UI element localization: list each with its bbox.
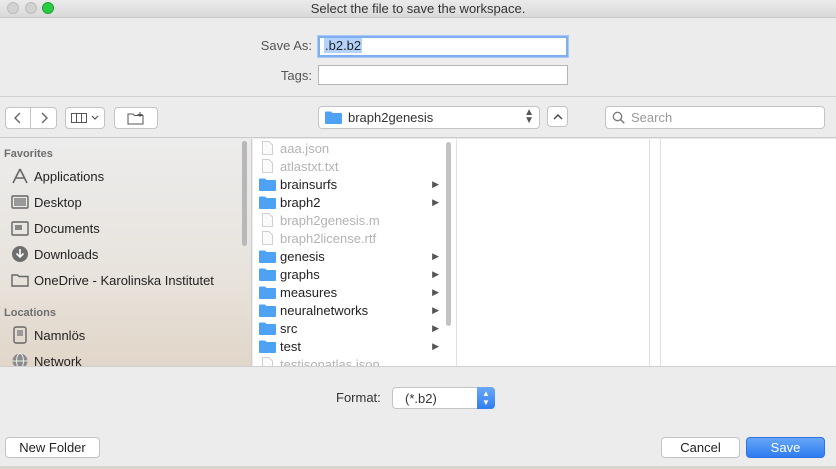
- downloads-icon: [10, 245, 30, 263]
- folder-icon: [258, 339, 276, 353]
- sidebar-scrollbar[interactable]: [242, 141, 247, 246]
- folder-icon: [10, 271, 30, 289]
- new-folder-icon: [127, 111, 144, 124]
- sidebar-item-downloads[interactable]: Downloads: [10, 243, 98, 265]
- sidebar-item-desktop[interactable]: Desktop: [10, 191, 82, 213]
- cancel-button[interactable]: Cancel: [661, 437, 740, 458]
- location-label: braph2genesis: [348, 110, 434, 125]
- chevron-left-icon: [14, 112, 21, 124]
- document-icon: [258, 231, 276, 245]
- disclosure-arrow-icon: ▶: [432, 178, 439, 189]
- document-icon: [258, 213, 276, 227]
- save-button[interactable]: Save: [746, 437, 825, 458]
- sidebar-item-label: Namnlös: [34, 327, 86, 343]
- sidebar-item-label: OneDrive - Karolinska Institutet: [34, 272, 214, 288]
- list-item[interactable]: braph2 ▶: [253, 193, 445, 211]
- new-folder-button[interactable]: New Folder: [5, 437, 100, 458]
- save-as-input[interactable]: .b2.b2: [318, 36, 568, 57]
- sidebar-item-documents[interactable]: Documents: [10, 217, 100, 239]
- back-button[interactable]: [5, 107, 31, 129]
- up-down-arrows-icon: ▲ ▼: [524, 107, 534, 126]
- folder-icon: [258, 285, 276, 299]
- favorites-header: Favorites: [4, 148, 53, 160]
- locations-header: Locations: [4, 307, 56, 319]
- search-placeholder: Search: [631, 110, 673, 125]
- sidebar-item-label: Downloads: [34, 246, 99, 262]
- document-icon: [258, 141, 276, 155]
- list-item: aaa.json: [253, 139, 445, 157]
- chevron-right-icon: [41, 112, 48, 124]
- list-item[interactable]: neuralnetworks ▶: [253, 301, 445, 319]
- chevron-down-icon: [91, 115, 99, 120]
- location-dropdown[interactable]: braph2genesis ▲ ▼: [318, 106, 540, 129]
- sidebar-item-label: Documents: [34, 220, 100, 236]
- desktop-icon: [10, 193, 30, 211]
- sidebar: Favorites Applications Desktop Documents…: [0, 139, 252, 366]
- folder-icon: [258, 249, 276, 263]
- format-dropdown[interactable]: (*.b2) ▲ ▼: [392, 387, 495, 409]
- disclosure-arrow-icon: ▶: [432, 268, 439, 279]
- chevron-up-icon: [553, 114, 562, 120]
- folder-icon: [258, 267, 276, 281]
- save-as-label: Save As:: [260, 38, 312, 53]
- title-bar: Select the file to save the workspace.: [0, 0, 836, 18]
- list-item: braph2genesis.m: [253, 211, 445, 229]
- sidebar-item-network[interactable]: Network: [10, 350, 82, 366]
- network-icon: [10, 352, 30, 366]
- list-item[interactable]: measures ▶: [253, 283, 445, 301]
- toolbar: braph2genesis ▲ ▼ Search: [0, 98, 836, 138]
- window-title: Select the file to save the workspace.: [310, 1, 526, 16]
- sidebar-item-label: Network: [34, 353, 82, 367]
- new-folder-icon-button[interactable]: [114, 107, 158, 129]
- documents-icon: [10, 219, 30, 237]
- disclosure-arrow-icon: ▶: [432, 340, 439, 351]
- disclosure-arrow-icon: ▶: [432, 286, 439, 297]
- format-label: Format:: [336, 390, 381, 405]
- tags-label: Tags:: [280, 68, 312, 83]
- format-value: (*.b2): [405, 390, 437, 406]
- folder-icon: [258, 195, 276, 209]
- document-icon: [258, 159, 276, 173]
- disclosure-arrow-icon: ▶: [432, 196, 439, 207]
- search-icon: [612, 111, 625, 124]
- list-item: atlastxt.txt: [253, 157, 445, 175]
- list-item[interactable]: genesis ▶: [253, 247, 445, 265]
- search-field[interactable]: Search: [605, 106, 825, 129]
- folder-icon: [325, 111, 342, 124]
- sidebar-item-applications[interactable]: Applications: [10, 165, 104, 187]
- applications-icon: [10, 167, 30, 185]
- folder-icon: [258, 177, 276, 191]
- file-browser: aaa.json atlastxt.txt brainsurfs ▶ braph…: [253, 139, 836, 366]
- list-item: testisonatlas.json: [253, 355, 445, 366]
- folder-icon: [258, 303, 276, 317]
- list-item[interactable]: brainsurfs ▶: [253, 175, 445, 193]
- sidebar-item-namnlos[interactable]: Namnlös: [10, 324, 85, 346]
- columns-view-icon: [71, 113, 87, 123]
- drive-icon: [10, 326, 30, 344]
- list-item[interactable]: test ▶: [253, 337, 445, 355]
- sidebar-item-label: Applications: [34, 168, 105, 184]
- sidebar-item-onedrive[interactable]: OneDrive - Karolinska Institutet: [10, 269, 214, 291]
- disclosure-arrow-icon: ▶: [432, 250, 439, 261]
- empty-column: [651, 139, 661, 366]
- disclosure-arrow-icon: ▶: [432, 304, 439, 315]
- list-item[interactable]: src ▶: [253, 319, 445, 337]
- document-icon: [258, 357, 276, 366]
- save-as-value: .b2.b2: [324, 38, 363, 53]
- list-item: braph2license.rtf: [253, 229, 445, 247]
- disclosure-arrow-icon: ▶: [432, 322, 439, 333]
- sidebar-item-label: Desktop: [34, 194, 82, 210]
- file-list-scrollbar[interactable]: [446, 142, 451, 326]
- empty-column: [458, 139, 650, 366]
- up-down-arrows-icon: ▲ ▼: [477, 387, 495, 409]
- list-item[interactable]: graphs ▶: [253, 265, 445, 283]
- bottom-bar: Format: (*.b2) ▲ ▼ New Folder Cancel Save: [0, 366, 836, 469]
- save-form: Save As: .b2.b2 Tags:: [0, 19, 836, 97]
- collapse-button[interactable]: [547, 106, 568, 127]
- folder-icon: [258, 321, 276, 335]
- view-mode-button[interactable]: [65, 107, 105, 129]
- forward-button[interactable]: [31, 107, 57, 129]
- file-column: aaa.json atlastxt.txt brainsurfs ▶ braph…: [253, 139, 457, 366]
- tags-input[interactable]: [318, 65, 568, 85]
